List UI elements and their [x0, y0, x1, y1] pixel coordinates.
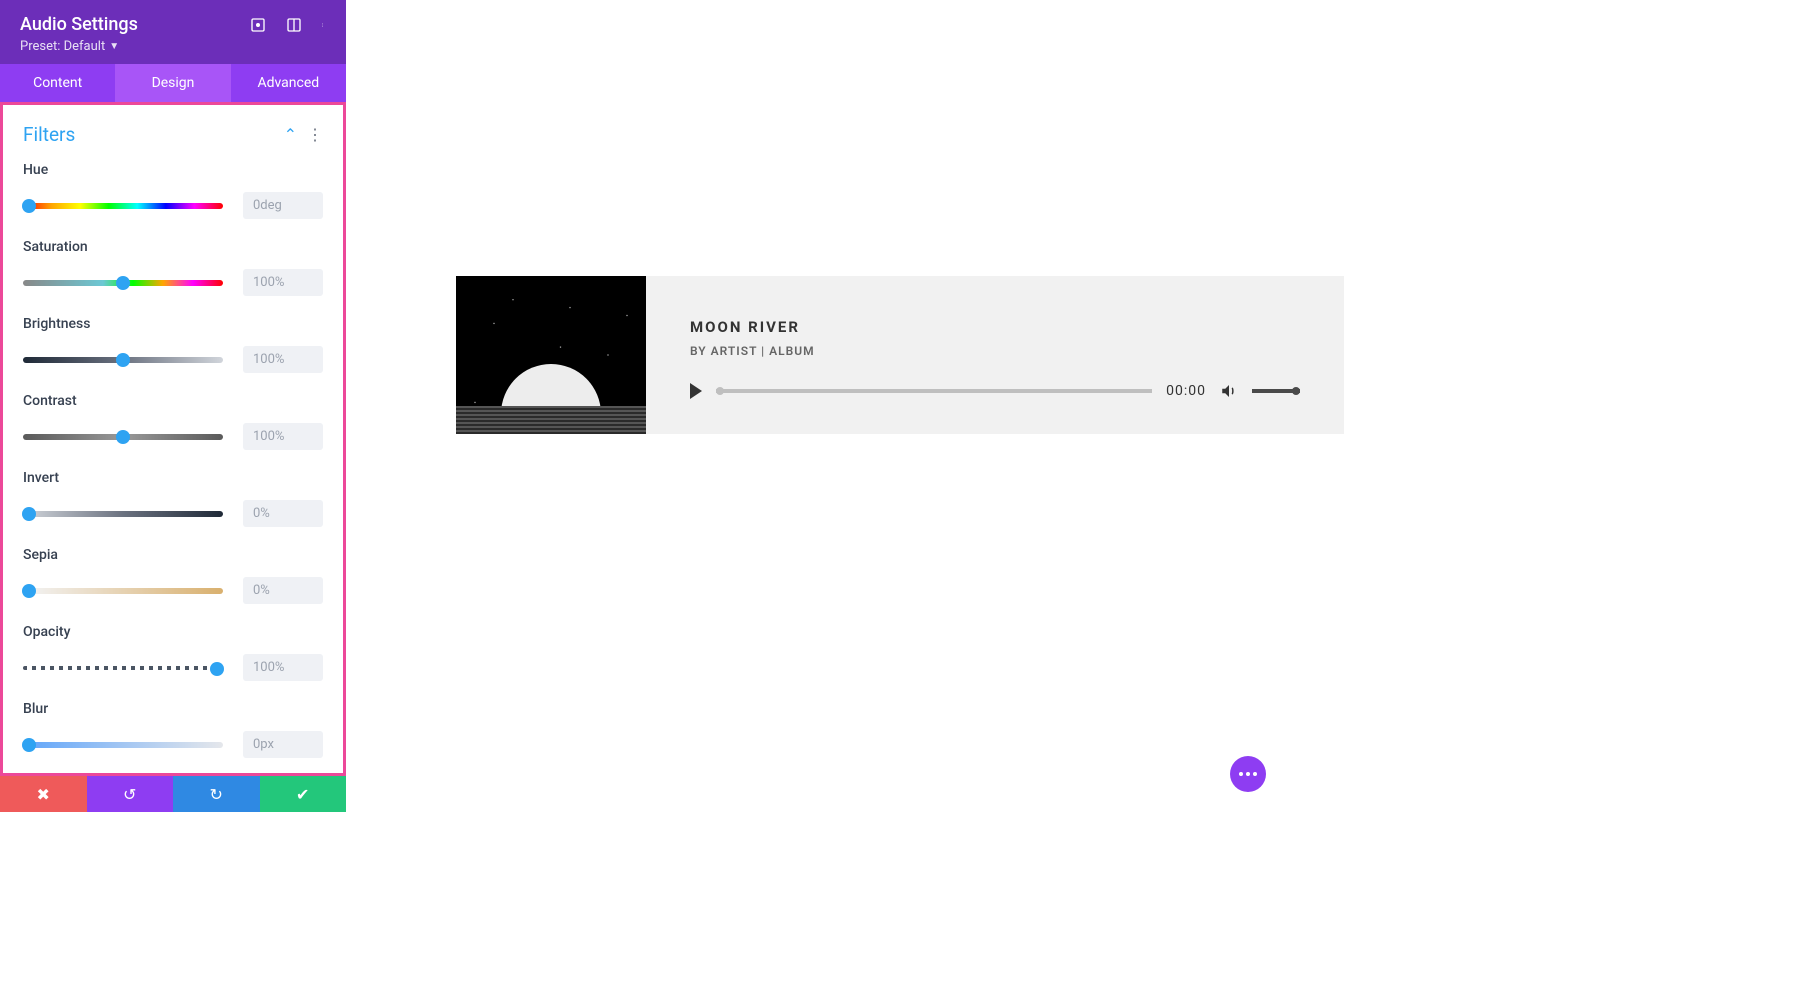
blur-value[interactable]	[243, 731, 323, 758]
water-graphic	[456, 406, 646, 434]
contrast-value[interactable]	[243, 423, 323, 450]
filter-blur: Blur	[23, 701, 323, 758]
preset-selector[interactable]: Preset: Default ▼	[20, 39, 326, 54]
action-footer: ✖ ↺ ↻ ✔	[0, 776, 346, 812]
invert-value[interactable]	[243, 500, 323, 527]
player-body: MOON RIVER BY ARTIST | ALBUM 00:00	[646, 276, 1344, 434]
tab-design[interactable]: Design	[115, 64, 230, 102]
slider-thumb[interactable]	[22, 738, 36, 752]
slider-thumb[interactable]	[22, 584, 36, 598]
audio-controls: 00:00	[690, 382, 1300, 400]
contrast-label: Contrast	[23, 393, 323, 409]
slider-thumb[interactable]	[22, 199, 36, 213]
play-icon[interactable]	[690, 383, 702, 399]
tab-content[interactable]: Content	[0, 64, 115, 102]
track-meta: BY ARTIST | ALBUM	[690, 344, 1300, 358]
brightness-value[interactable]	[243, 346, 323, 373]
tab-bar: Content Design Advanced	[0, 64, 346, 102]
opacity-label: Opacity	[23, 624, 323, 640]
hue-label: Hue	[23, 162, 323, 178]
volume-thumb[interactable]	[1292, 387, 1300, 395]
invert-slider[interactable]	[23, 511, 223, 517]
audio-player: MOON RIVER BY ARTIST | ALBUM 00:00	[456, 276, 1344, 434]
caret-down-icon: ▼	[109, 41, 119, 52]
slider-thumb[interactable]	[22, 507, 36, 521]
filter-invert: Invert	[23, 470, 323, 527]
expand-icon[interactable]	[286, 17, 302, 33]
cancel-button[interactable]: ✖	[0, 776, 87, 812]
undo-button[interactable]: ↺	[87, 776, 174, 812]
contrast-slider[interactable]	[23, 434, 223, 440]
sepia-slider[interactable]	[23, 588, 223, 594]
volume-bar[interactable]	[1252, 389, 1300, 393]
settings-sidebar: Audio Settings Preset: Default ▼ Content…	[0, 0, 346, 812]
save-button[interactable]: ✔	[260, 776, 347, 812]
panel-title: Audio Settings	[20, 14, 138, 35]
redo-button[interactable]: ↻	[173, 776, 260, 812]
slider-thumb[interactable]	[116, 276, 130, 290]
slider-thumb[interactable]	[116, 353, 130, 367]
hue-slider[interactable]	[23, 203, 223, 209]
more-icon[interactable]	[322, 17, 326, 33]
filter-opacity: Opacity	[23, 624, 323, 681]
preview-canvas: MOON RIVER BY ARTIST | ALBUM 00:00	[346, 0, 1800, 1006]
saturation-label: Saturation	[23, 239, 323, 255]
blur-slider[interactable]	[23, 742, 223, 748]
preset-label: Preset: Default	[20, 39, 105, 54]
opacity-value[interactable]	[243, 654, 323, 681]
sidebar-header: Audio Settings Preset: Default ▼	[0, 0, 346, 64]
brightness-slider[interactable]	[23, 357, 223, 363]
sepia-value[interactable]	[243, 577, 323, 604]
speaker-icon[interactable]	[1220, 382, 1238, 400]
album-cover	[456, 276, 646, 434]
section-more-icon[interactable]: ⋮	[307, 125, 323, 144]
filter-brightness: Brightness	[23, 316, 323, 373]
more-dots-icon	[1239, 772, 1257, 776]
progress-thumb[interactable]	[716, 387, 724, 395]
time-display: 00:00	[1166, 383, 1206, 399]
fab-more[interactable]	[1230, 756, 1266, 792]
invert-label: Invert	[23, 470, 323, 486]
filter-saturation: Saturation	[23, 239, 323, 296]
track-title: MOON RIVER	[690, 318, 1300, 336]
sepia-label: Sepia	[23, 547, 323, 563]
filter-sepia: Sepia	[23, 547, 323, 604]
saturation-value[interactable]	[243, 269, 323, 296]
brightness-label: Brightness	[23, 316, 323, 332]
collapse-icon[interactable]: ⌃	[284, 125, 297, 144]
filters-panel: Filters ⌃ ⋮ Hue Saturation Brightness	[0, 102, 346, 776]
progress-bar[interactable]	[716, 389, 1152, 393]
blur-label: Blur	[23, 701, 323, 717]
filter-contrast: Contrast	[23, 393, 323, 450]
filter-hue: Hue	[23, 162, 323, 219]
section-title: Filters	[23, 123, 75, 146]
hue-value[interactable]	[243, 192, 323, 219]
responsive-icon[interactable]	[250, 17, 266, 33]
slider-thumb[interactable]	[116, 430, 130, 444]
opacity-slider[interactable]	[23, 666, 223, 670]
saturation-slider[interactable]	[23, 280, 223, 286]
tab-advanced[interactable]: Advanced	[231, 64, 346, 102]
slider-thumb[interactable]	[210, 662, 224, 676]
